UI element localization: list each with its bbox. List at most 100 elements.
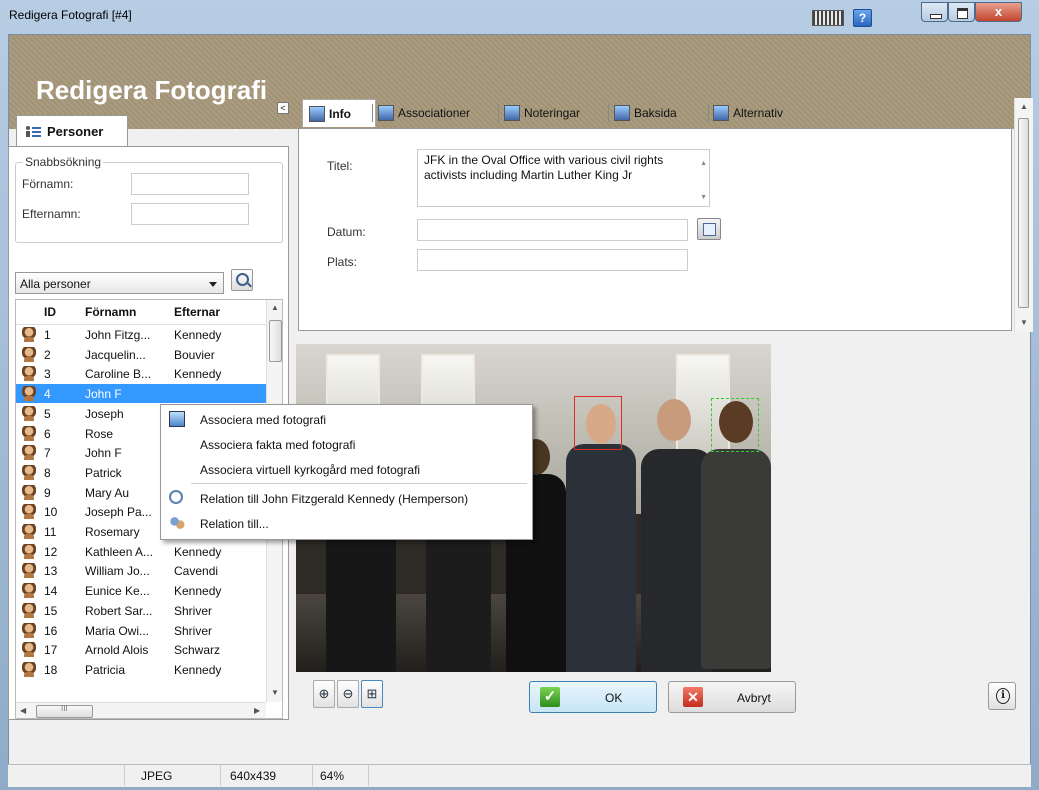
search-icon [236, 273, 249, 286]
cancel-label: Avbryt [737, 691, 771, 705]
menu-item-label: Associera med fotografi [200, 413, 327, 427]
title-bar: Redigera Fotografi [#4] ? x [0, 0, 1039, 34]
face-region[interactable] [711, 398, 759, 452]
table-row[interactable]: 17 Arnold Alois Schwarz [16, 640, 266, 659]
date-label: Datum: [327, 225, 366, 239]
textarea-scroll-up[interactable]: ▲ [700, 156, 707, 171]
window-title: Redigera Fotografi [#4] [9, 8, 132, 22]
thumb-grip: III [61, 704, 68, 713]
table-row[interactable]: 18 Patricia Kennedy [16, 660, 266, 679]
keyboard-icon[interactable] [812, 10, 844, 26]
tab-associationer[interactable]: Associationer [378, 102, 496, 124]
info-vertical-scrollbar[interactable]: ▲ ▼ [1014, 98, 1033, 332]
table-row[interactable]: 14 Eunice Ke... Kennedy [16, 581, 266, 600]
date-input[interactable] [417, 219, 688, 241]
cancel-icon: ✕ [683, 687, 703, 707]
collapse-panel-button[interactable]: < [277, 102, 289, 114]
person-icon [22, 524, 36, 539]
fit-icon: ⊞ [366, 686, 378, 701]
scroll-thumb[interactable] [1018, 118, 1029, 308]
table-header: ID Förnamn Efternar [16, 300, 266, 325]
context-menu-item[interactable]: Relation till John Fitzgerald Kennedy (H… [161, 486, 532, 510]
table-row[interactable]: 2 Jacquelin... Bouvier [16, 345, 266, 364]
scroll-thumb[interactable] [269, 320, 282, 362]
tab-label: Personer [47, 124, 104, 139]
tab-personer[interactable]: Personer [16, 115, 128, 147]
cell-first-name: Kathleen A... [85, 544, 154, 559]
quick-search-legend: Snabbsökning [23, 155, 104, 169]
calendar-button[interactable] [697, 218, 721, 240]
table-row[interactable]: 3 Caroline B... Kennedy [16, 364, 266, 383]
person-icon [22, 642, 36, 658]
cell-last-name: Kennedy [174, 584, 222, 599]
table-row[interactable]: 13 William Jo... Cavendi [16, 561, 266, 580]
column-header-first-name[interactable]: Förnamn [85, 305, 136, 319]
table-horizontal-scrollbar[interactable]: ◀ III ▶ [16, 702, 266, 718]
cancel-button[interactable]: ✕ Avbryt [668, 681, 796, 713]
associations-icon [378, 105, 394, 121]
help-icon[interactable]: ? [853, 9, 872, 27]
associate-photo-icon [169, 411, 185, 427]
last-name-input[interactable] [131, 203, 249, 225]
person-icon [22, 405, 36, 421]
first-name-input[interactable] [131, 173, 249, 195]
person-icon [22, 602, 36, 618]
cell-id: 13 [44, 564, 58, 579]
tab-baksida[interactable]: Baksida [614, 102, 706, 124]
place-input[interactable] [417, 249, 688, 271]
detail-tabs: Info Associationer Noteringar Baksida Altern… [296, 98, 1012, 128]
face-region-selected[interactable] [574, 396, 622, 450]
status-dimensions: 640x439 [230, 769, 277, 783]
cell-id: 16 [44, 623, 58, 638]
tab-separator [498, 104, 499, 122]
table-row[interactable]: 4 John F [16, 384, 266, 404]
info-button[interactable] [988, 682, 1016, 710]
cell-last-name: Kennedy [174, 662, 222, 677]
close-button[interactable]: x [975, 2, 1022, 22]
person-icon [22, 386, 36, 402]
table-row[interactable]: 1 John Fitzg... Kennedy [16, 325, 266, 344]
zoom-in-button[interactable]: ⊕ [313, 680, 335, 708]
people-list-icon [26, 126, 41, 137]
tab-separator [708, 104, 709, 122]
zoom-out-button[interactable]: ⊖ [337, 680, 359, 708]
cell-first-name: Rosemary [85, 525, 140, 539]
title-textarea[interactable]: JFK in the Oval Office with various civi… [417, 149, 710, 207]
cell-last-name: Bouvier [174, 347, 215, 362]
person-filter-select[interactable]: Alla personer [15, 272, 224, 294]
relation-search-icon [169, 490, 183, 504]
search-button[interactable] [231, 269, 253, 291]
cell-first-name: William Jo... [85, 564, 150, 579]
context-menu-item[interactable]: Associera med fotografi [161, 407, 532, 431]
fit-button[interactable]: ⊞ [361, 680, 383, 708]
cell-last-name: Shriver [174, 603, 213, 618]
scroll-thumb[interactable]: III [36, 704, 93, 718]
table-row[interactable]: 16 Maria Owi... Shriver [16, 621, 266, 640]
table-row[interactable]: 15 Robert Sar... Shriver [16, 601, 266, 620]
ok-button[interactable]: ✓ OK [529, 681, 657, 713]
tab-separator [372, 104, 373, 122]
minimize-button[interactable] [921, 2, 948, 22]
cell-first-name: Patrick [85, 465, 122, 480]
check-icon: ✓ [540, 687, 560, 707]
textarea-scroll-down[interactable]: ▼ [700, 190, 707, 205]
context-menu-item[interactable]: Relation till... [161, 511, 532, 535]
context-menu-item[interactable]: Associera virtuell kyrkogård med fotogra… [161, 457, 532, 481]
column-header-id[interactable]: ID [44, 305, 56, 319]
ok-label: OK [605, 691, 623, 705]
person-icon [22, 504, 36, 520]
context-menu-item[interactable]: Associera fakta med fotografi [161, 432, 532, 456]
tab-alternativ[interactable]: Alternativ [713, 102, 823, 124]
window-frame: Redigera Fotografi [#4] ? x Redigera Fot… [0, 0, 1039, 790]
maximize-button[interactable] [948, 2, 975, 22]
tab-label: Noteringar [524, 106, 581, 120]
person-icon [22, 327, 36, 342]
status-bar: JPEG 640x439 64% [8, 764, 1031, 787]
tab-info[interactable]: Info [302, 99, 376, 127]
info-panel: Titel: JFK in the Oval Office with vario… [298, 128, 1012, 331]
table-row[interactable]: 12 Kathleen A... Kennedy [16, 542, 266, 561]
menu-item-label: Associera fakta med fotografi [200, 438, 356, 452]
tab-noteringar[interactable]: Noteringar [504, 102, 606, 124]
cell-last-name: Kennedy [174, 328, 222, 342]
column-header-last-name[interactable]: Efternar [174, 305, 220, 319]
